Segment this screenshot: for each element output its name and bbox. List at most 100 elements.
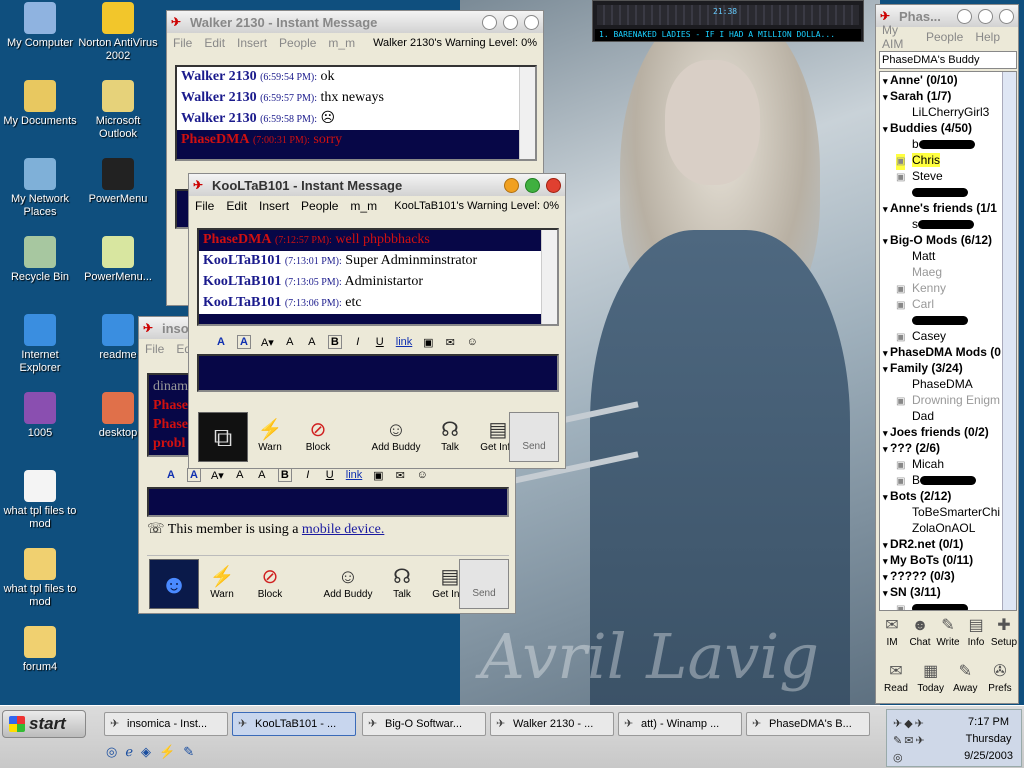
italic-icon[interactable]: I (352, 336, 364, 348)
send-button[interactable]: Send (459, 559, 509, 609)
desktop-icon[interactable]: Internet Explorer (0, 314, 80, 375)
buddy-group[interactable]: Anne's friends (1/1 (880, 200, 1016, 216)
buddy-entry[interactable]: ▣ Chris (880, 152, 1016, 170)
buddy-group[interactable]: Family (3/24) (880, 360, 1016, 376)
menu-insert[interactable]: Insert (259, 199, 289, 213)
mobile-device-link[interactable]: mobile device. (302, 522, 384, 537)
menu-people[interactable]: People (279, 36, 316, 50)
write-button[interactable]: ✎ Write (934, 615, 962, 648)
info-button[interactable]: ▤ Info (962, 615, 990, 648)
buddy-group[interactable]: Joes friends (0/2) (880, 424, 1016, 440)
menu-file[interactable]: File (173, 36, 192, 50)
desktop-icon[interactable]: My Documents (0, 80, 80, 128)
winamp-window[interactable]: 21:38 1. BARENAKED LADIES - IF I HAD A M… (592, 0, 864, 42)
menu-file[interactable]: File (145, 342, 164, 356)
buddy-entry[interactable]: b (880, 136, 1016, 152)
buddy-entry[interactable]: s (880, 216, 1016, 232)
buddy-group[interactable]: Buddies (4/50) (880, 120, 1016, 136)
buddy-group[interactable]: SN (3/11) (880, 584, 1016, 600)
smiley-icon[interactable]: ☺ (466, 336, 478, 348)
smiley-icon[interactable]: ☺ (416, 469, 428, 481)
maximize-button[interactable] (525, 177, 540, 193)
font-normal-icon[interactable]: A (234, 469, 246, 481)
add-buddy-button[interactable]: ☺ Add Buddy (323, 565, 373, 600)
im-button[interactable]: ✉ IM (878, 615, 906, 648)
maximize-button[interactable] (503, 14, 518, 30)
font-size-up-icon[interactable]: A (256, 469, 268, 481)
text-color-icon[interactable]: A (165, 469, 177, 481)
buddy-group[interactable]: Anne' (0/10) (880, 72, 1016, 88)
chat-history[interactable]: dinam Phase Phase probl (147, 373, 191, 457)
buddy-group[interactable]: ????? (0/3) (880, 568, 1016, 584)
taskbar-button[interactable]: ✈ PhaseDMA's B... (746, 712, 870, 736)
menu-people[interactable]: People (926, 30, 963, 44)
menu-edit[interactable]: Edit (204, 36, 225, 50)
background-color-icon[interactable]: A (237, 335, 251, 349)
titlebar[interactable]: ✈ KooLTaB101 - Instant Message (189, 174, 565, 196)
message-input[interactable] (147, 487, 509, 517)
quicklaunch-icon[interactable]: ✎ (183, 744, 194, 760)
desktop-icon[interactable]: 1005 (0, 392, 80, 440)
desktop-icon[interactable]: Recycle Bin (0, 236, 80, 284)
taskbar-button[interactable]: ✈ insomica - Inst... (104, 712, 228, 736)
ie-icon[interactable]: ℯ (125, 744, 133, 760)
email-icon[interactable]: ✉ (444, 336, 456, 349)
clock[interactable]: 7:17 PM Thursday 9/25/2003 (964, 714, 1013, 765)
link-icon[interactable]: link (396, 336, 413, 348)
buddy-entry[interactable]: Matt (880, 248, 1016, 264)
bold-icon[interactable]: B (327, 335, 342, 349)
close-button[interactable] (999, 8, 1014, 24)
minimize-button[interactable] (957, 8, 972, 24)
prefs-button[interactable]: ✇ Prefs (986, 661, 1014, 694)
scrollbar[interactable] (519, 67, 535, 159)
buddy-entry[interactable]: ToBeSmarterChi (880, 504, 1016, 520)
menu-help[interactable]: Help (975, 30, 1000, 44)
buddy-list[interactable]: Anne' (0/10) Sarah (1/7) LiLCherryGirl3 Bud… (879, 71, 1017, 611)
insert-image-icon[interactable]: ▣ (422, 336, 434, 349)
block-button[interactable]: ⊘ Block (251, 565, 289, 600)
talk-button[interactable]: ☊ Talk (383, 565, 421, 600)
scrollbar[interactable] (541, 230, 557, 324)
close-button[interactable] (524, 14, 539, 30)
minimize-button[interactable] (504, 177, 519, 193)
taskbar-button[interactable]: ✈ KooLTaB101 - ... (232, 712, 356, 736)
font-size-up-icon[interactable]: A (306, 336, 318, 348)
font-normal-icon[interactable]: A (284, 336, 296, 348)
chat-history[interactable]: PhaseDMA (7:12:57 PM): well phpbbhacks Ko… (197, 228, 559, 326)
message-input[interactable] (197, 354, 559, 392)
menu-mm[interactable]: m_m (328, 36, 355, 50)
link-icon[interactable]: link (346, 469, 363, 481)
setup-button[interactable]: ✚ Setup (990, 615, 1018, 648)
maximize-button[interactable] (978, 8, 993, 24)
italic-icon[interactable]: I (302, 469, 314, 481)
buddy-group[interactable]: DR2.net (0/1) (880, 536, 1016, 552)
buddy-entry[interactable]: Dad (880, 408, 1016, 424)
chat-history[interactable]: Walker 2130 (6:59:54 PM): ok Walker 2130 … (175, 65, 537, 161)
buddy-entry[interactable] (880, 312, 1016, 328)
buddy-group[interactable]: My BoTs (0/11) (880, 552, 1016, 568)
buddy-entry[interactable] (880, 184, 1016, 200)
menu-mm[interactable]: m_m (350, 199, 377, 213)
taskbar-button[interactable]: ✈ Big-O Softwar... (362, 712, 486, 736)
titlebar[interactable]: ✈ Walker 2130 - Instant Message (167, 11, 543, 33)
taskbar-button[interactable]: ✈ att) - Winamp ... (618, 712, 742, 736)
winamp-icon[interactable]: ⚡ (159, 744, 175, 760)
chat-button[interactable]: ☻ Chat (906, 615, 934, 648)
menu-edit[interactable]: Edit (226, 199, 247, 213)
screen-name-field[interactable]: PhaseDMA's Buddy (879, 51, 1017, 69)
send-button[interactable]: Send (509, 412, 559, 462)
buddy-entry[interactable]: ▣ (880, 600, 1016, 610)
bold-icon[interactable]: B (277, 468, 292, 482)
buddy-entry[interactable]: ▣ Carl (880, 296, 1016, 312)
quicklaunch-icon[interactable]: ◈ (141, 744, 151, 760)
im-window-kooltab[interactable]: ✈ KooLTaB101 - Instant Message File Edit… (188, 173, 566, 469)
desktop-icon[interactable]: Norton AntiVirus 2002 (78, 2, 158, 63)
menu-my-aim[interactable]: My AIM (882, 23, 914, 51)
add-buddy-button[interactable]: ☺ Add Buddy (371, 418, 421, 453)
block-button[interactable]: ⊘ Block (299, 418, 337, 453)
desktop-icon[interactable]: what tpl files to mod (0, 470, 80, 531)
buddy-list-window[interactable]: ✈ Phas... My AIM People Help PhaseDMA's … (875, 4, 1019, 704)
read-button[interactable]: ✉ Read (882, 661, 910, 694)
taskbar-button[interactable]: ✈ Walker 2130 - ... (490, 712, 614, 736)
email-icon[interactable]: ✉ (394, 469, 406, 482)
